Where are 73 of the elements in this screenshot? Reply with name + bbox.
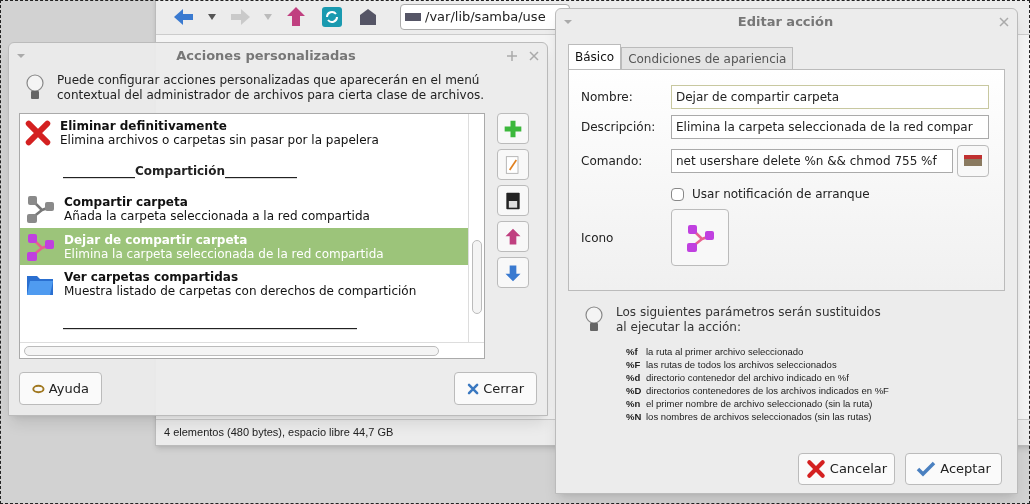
- up-arrow-icon: [503, 226, 523, 247]
- text-field[interactable]: net usershare delete %n && chmod 755 %f: [671, 149, 953, 173]
- parameter-description: directorio contenedor del archivo indicado en %f: [646, 372, 849, 384]
- action-title: Eliminar definitivamente: [60, 118, 228, 133]
- horizontal-scrollbar[interactable]: [20, 342, 484, 358]
- action-title: Ver carpetas compartidas: [64, 270, 240, 284]
- parameter-code: %d: [626, 372, 642, 384]
- action-description: Elimina archivos o carpetas sin pasar por la papelera: [60, 132, 379, 147]
- parameter-code: %D: [626, 385, 642, 397]
- close-button[interactable]: Cerrar: [454, 372, 537, 405]
- action-description: Elimina la carpeta seleccionada de la red compartida: [64, 246, 384, 261]
- field-label: Nombre:: [581, 89, 634, 106]
- add-button[interactable]: [497, 113, 529, 144]
- cancel-x-icon: [805, 459, 826, 479]
- checkbox[interactable]: [671, 187, 684, 201]
- text-field[interactable]: Dejar de compartir carpeta: [671, 85, 989, 109]
- action-row[interactable]: Eliminar definitivamente Elimina archivos o carpetas sin pasar por la papelera: [20, 114, 468, 152]
- action-row[interactable]: Compartir carpeta Añada la carpeta seleccionada a la red compartida: [20, 190, 468, 228]
- window-title: Acciones personalizadas: [175, 47, 357, 66]
- parameter-description: las rutas de todos los archivos seleccionados: [646, 359, 837, 371]
- reload-icon[interactable]: [320, 4, 344, 29]
- action-row[interactable]: Ver carpetas compartidas Muestra listado de carpetas con derechos de compartición: [20, 265, 468, 303]
- icon-picker-button[interactable]: [671, 209, 729, 266]
- location-field[interactable]: /var/lib/samba/use: [400, 3, 570, 30]
- down-arrow-button[interactable]: [497, 257, 529, 288]
- browse-button[interactable]: [957, 145, 989, 177]
- scrollbar-thumb[interactable]: [24, 345, 439, 356]
- window-menu-icon[interactable]: [564, 18, 572, 26]
- vertical-scrollbar[interactable]: [468, 114, 484, 342]
- tab[interactable]: Básico: [568, 44, 622, 69]
- parameter-code: %F: [626, 359, 642, 371]
- action-title: Dejar de compartir carpeta: [64, 232, 249, 247]
- maximize-icon[interactable]: [507, 51, 517, 61]
- separator-row[interactable]: _________________________________________________: [20, 302, 468, 342]
- parameter-code: %n: [626, 398, 642, 410]
- parameter-code: %N: [626, 411, 642, 423]
- parameter-code: %f: [626, 346, 639, 358]
- status-text: 4 elementos (480 bytes), espacio libre 44,7 GB: [164, 425, 394, 441]
- x-mark-icon: [24, 118, 52, 147]
- section-heading: _________________________________________________: [63, 314, 357, 332]
- intro-text: Puede configurar acciones personalizadas que aparecerán en el menú contextual del administrador de archivos para cierta clase de archivos.: [57, 73, 486, 103]
- action-description: Muestra listado de carpetas con derechos de compartición: [64, 284, 417, 298]
- parameter-description: la ruta al primer archivo seleccionado: [646, 346, 804, 358]
- dropdown-caret-icon[interactable]: [208, 12, 216, 21]
- field-label: Descripción:: [581, 119, 657, 136]
- checkmark-icon: [916, 461, 937, 477]
- parameter-description: directorios contenedores de los archivos indicados en %F: [646, 385, 889, 397]
- text-field[interactable]: Elimina la carpeta seleccionada de la red compar: [671, 115, 989, 139]
- parameter-description: los nombres de archivos seleccionados (sin las rutas): [646, 411, 872, 423]
- floppy-disk-button[interactable]: [497, 185, 529, 216]
- location-path: /var/lib/samba/use: [425, 7, 546, 26]
- section-heading: ____________Compartición____________: [63, 163, 298, 180]
- action-title: Compartir carpeta: [64, 195, 189, 210]
- window-menu-icon[interactable]: [17, 52, 25, 60]
- window-title: Editar acción: [736, 13, 835, 32]
- accept-button[interactable]: Aceptar: [905, 453, 1002, 485]
- close-icon[interactable]: [529, 51, 539, 61]
- info-text: Los siguientes parámetros serán sustituidos al ejecutar la acción:: [616, 305, 882, 336]
- action-description: Añada la carpeta seleccionada a la red compartida: [64, 209, 370, 224]
- tab[interactable]: Condiciones de apariencia: [621, 47, 794, 69]
- nodes-icon: [24, 193, 56, 226]
- scrollbar-thumb[interactable]: [471, 240, 482, 314]
- checkbox-label: Usar notificación de arranque: [692, 186, 870, 203]
- field-label: Icono: [581, 229, 615, 247]
- close-icon[interactable]: [999, 17, 1009, 27]
- parameter-description: el primer nombre de archivo seleccionado (sin la ruta): [646, 398, 873, 410]
- cancel-button[interactable]: Cancelar: [798, 453, 895, 485]
- field-label: Comando:: [581, 153, 644, 170]
- up-arrow-button[interactable]: [497, 221, 529, 252]
- help-button[interactable]: Ayuda: [19, 372, 102, 405]
- separator-row[interactable]: ____________Compartición____________: [20, 151, 468, 191]
- add-icon: [503, 118, 523, 139]
- edit-button[interactable]: [497, 149, 529, 180]
